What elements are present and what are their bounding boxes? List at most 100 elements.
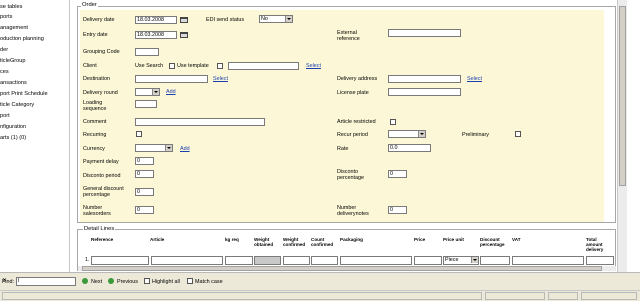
- sidebar-item[interactable]: nfiguration: [0, 124, 26, 131]
- disconto-period-field[interactable]: 0: [135, 170, 154, 178]
- sidebar-item[interactable]: ticleGroup: [0, 58, 26, 65]
- delivery-round-select[interactable]: [135, 88, 160, 96]
- next-arrow-icon[interactable]: [82, 278, 88, 284]
- payment-delay-field[interactable]: 0: [135, 157, 154, 165]
- total-amount-cell[interactable]: [586, 256, 614, 265]
- column-header: Packaging: [340, 237, 363, 242]
- destination-field[interactable]: [135, 75, 208, 83]
- sidebar-item[interactable]: ansactions: [0, 80, 27, 87]
- sidebar-item[interactable]: port: [0, 113, 10, 120]
- use-search-checkbox[interactable]: [169, 63, 175, 69]
- sidebar-item[interactable]: ces: [0, 69, 9, 76]
- destination-label: Destination: [83, 76, 110, 82]
- currency-select[interactable]: [135, 144, 173, 152]
- edi-send-status-select[interactable]: No: [259, 15, 293, 23]
- count-confirmed-cell[interactable]: [311, 256, 338, 265]
- general-discount-label: General discount percentage: [83, 186, 124, 198]
- find-previous-button[interactable]: Previous: [117, 279, 138, 285]
- number-salesorders-field[interactable]: 0: [135, 206, 154, 214]
- column-header: Price unit: [443, 237, 464, 242]
- recur-period-select[interactable]: [388, 130, 426, 138]
- sidebar-item[interactable]: anagement: [0, 25, 28, 32]
- disconto-percentage-field[interactable]: 0: [388, 170, 407, 178]
- column-header: Discount percentage: [480, 237, 505, 247]
- sidebar-item[interactable]: oduction planning: [0, 36, 44, 43]
- currency-add-link[interactable]: Add: [180, 146, 190, 153]
- client-label: Client: [83, 63, 97, 69]
- column-header: Count confirmed: [311, 237, 334, 247]
- previous-arrow-icon[interactable]: [108, 278, 114, 284]
- preliminary-label: Preliminary: [462, 132, 489, 138]
- delivery-date-calendar-icon[interactable]: [180, 17, 188, 23]
- license-plate-field[interactable]: [388, 88, 461, 96]
- comment-field[interactable]: [135, 118, 265, 126]
- match-case-label: Match case: [195, 279, 223, 285]
- client-field[interactable]: [228, 62, 299, 70]
- delivery-date-field[interactable]: 18.03.2008: [135, 16, 177, 24]
- entry-date-field[interactable]: 18.03.2008: [135, 31, 177, 39]
- match-case-checkbox[interactable]: [187, 278, 193, 284]
- grouping-code-field[interactable]: [135, 48, 159, 56]
- delivery-address-field[interactable]: [388, 75, 461, 83]
- recurring-label: Recurring: [83, 132, 107, 138]
- status-segment: [581, 292, 637, 300]
- packaging-cell[interactable]: [340, 256, 412, 265]
- column-header: Price: [414, 237, 426, 242]
- kg-req-cell[interactable]: [225, 256, 253, 265]
- delivery-address-select-link[interactable]: Select: [467, 76, 482, 83]
- scrollbar-thumb[interactable]: [82, 266, 602, 271]
- weight-confirmed-cell[interactable]: [283, 256, 310, 265]
- sidebar-item[interactable]: se tables: [0, 4, 22, 11]
- edi-send-status-value: No: [261, 16, 268, 22]
- price-unit-select[interactable]: Piece: [443, 256, 479, 265]
- delivery-address-label: Delivery address: [337, 76, 378, 82]
- currency-label: Currency: [83, 146, 105, 152]
- chevron-down-icon: [165, 145, 172, 151]
- horizontal-scrollbar[interactable]: [78, 266, 616, 271]
- recurring-checkbox[interactable]: [136, 131, 142, 137]
- loading-sequence-field[interactable]: [135, 100, 157, 108]
- chevron-down-icon: [152, 89, 159, 95]
- sidebar-item[interactable]: ports: [0, 14, 12, 21]
- find-next-button[interactable]: Next: [91, 279, 102, 285]
- number-deliverynotes-field[interactable]: 0: [388, 206, 407, 214]
- article-cell[interactable]: [151, 256, 223, 265]
- article-restricted-checkbox[interactable]: [390, 119, 396, 125]
- sidebar-item[interactable]: arts (1) (0): [0, 135, 26, 142]
- preliminary-checkbox[interactable]: [515, 131, 521, 137]
- client-select-link[interactable]: Select: [306, 63, 321, 70]
- vertical-scrollbar[interactable]: [617, 0, 627, 272]
- chevron-down-icon: [418, 131, 425, 137]
- external-reference-field[interactable]: [388, 29, 461, 37]
- entry-date-calendar-icon[interactable]: [180, 32, 188, 38]
- delivery-round-add-link[interactable]: Add: [166, 89, 176, 96]
- highlight-all-checkbox[interactable]: [144, 278, 150, 284]
- chevron-down-icon: [285, 16, 292, 22]
- highlight-all-label: Highlight all: [152, 279, 180, 285]
- sidebar-item[interactable]: der: [0, 47, 8, 54]
- destination-select-link[interactable]: Select: [213, 76, 228, 83]
- use-template-checkbox[interactable]: [217, 63, 223, 69]
- grouping-code-label: Grouping Code: [83, 49, 120, 55]
- price-unit-value: Piece: [445, 257, 459, 263]
- column-header: Article: [150, 237, 165, 242]
- find-input[interactable]: l: [16, 277, 76, 286]
- scrollbar-thumb[interactable]: [619, 6, 626, 186]
- reference-cell[interactable]: [91, 256, 149, 265]
- rate-field[interactable]: 0.0: [388, 144, 431, 152]
- status-segment: [548, 292, 578, 300]
- discount-percentage-cell[interactable]: [480, 256, 510, 265]
- column-header: Total amount delivery: [586, 237, 604, 252]
- use-search-label: Use Search: [135, 63, 164, 69]
- general-discount-field[interactable]: 0: [135, 188, 154, 196]
- vat-cell[interactable]: [512, 256, 584, 265]
- weight-obtained-cell: [254, 256, 281, 265]
- sidebar-item[interactable]: ticle Category: [0, 102, 34, 109]
- disconto-percentage-label: Disconto percentage: [337, 169, 364, 181]
- sidebar-item[interactable]: port Print Schedule: [0, 91, 48, 98]
- number-deliverynotes-label: Number deliverynotes: [337, 205, 369, 217]
- price-cell[interactable]: [414, 256, 442, 265]
- order-legend: Order: [81, 2, 98, 8]
- delivery-date-label: Delivery date: [83, 17, 115, 23]
- row-number: 1.: [85, 257, 90, 263]
